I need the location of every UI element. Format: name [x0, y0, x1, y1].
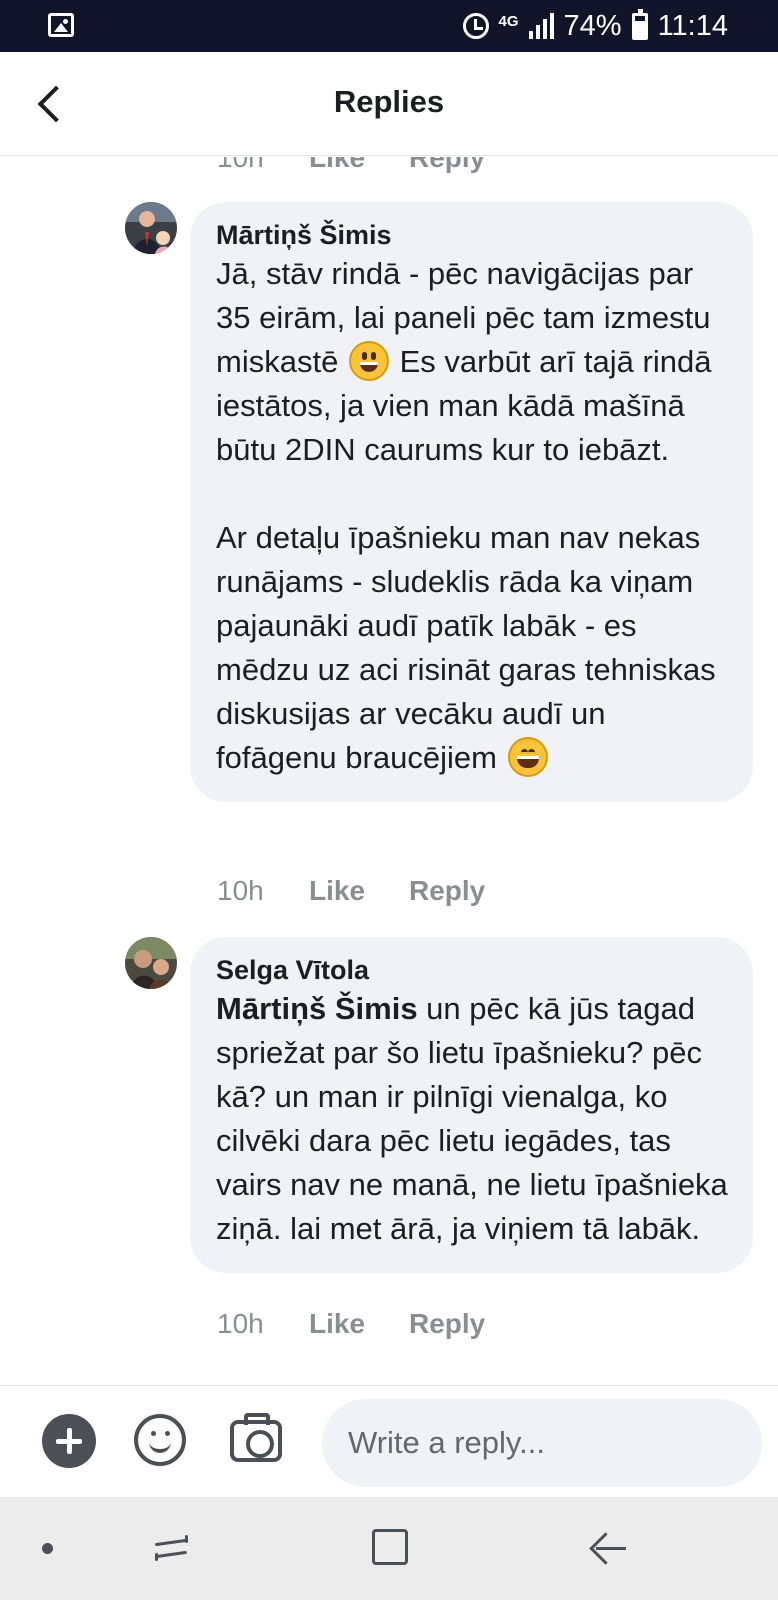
nav-dot-icon[interactable]	[42, 1543, 53, 1554]
status-indicators: 4G 74% 11:14	[462, 8, 728, 44]
replies-list[interactable]: 10h Like Reply Mārtiņš Šimis Jā, stāv ri…	[0, 157, 778, 1385]
comment-text-part: Ar detaļu īpašnieku man nav nekas runāja…	[216, 520, 716, 775]
smiley-icon[interactable]	[134, 1414, 186, 1466]
avatar[interactable]	[125, 202, 177, 254]
back-arrow-icon[interactable]	[590, 1531, 626, 1565]
comment-bubble[interactable]: Selga Vītola Mārtiņš Šimis un pēc kā jūs…	[190, 937, 753, 1273]
like-button[interactable]: Like	[309, 1308, 409, 1340]
like-button[interactable]: Like	[309, 875, 409, 907]
mention-link[interactable]: Mārtiņš Šimis	[216, 991, 418, 1026]
reply-button[interactable]: Reply	[409, 157, 485, 174]
signal-icon	[528, 13, 554, 39]
reply-button[interactable]: Reply	[409, 875, 485, 907]
comment-actions: 10h Like Reply	[217, 874, 485, 908]
battery-icon	[631, 8, 648, 40]
grinning-face-emoji-icon	[507, 736, 548, 777]
system-nav-bar	[0, 1497, 778, 1600]
comment-actions: 10h Like Reply	[217, 1307, 485, 1341]
plus-circle-icon[interactable]	[42, 1414, 96, 1468]
comment-text: Mārtiņš Šimis un pēc kā jūs tagad spriež…	[216, 987, 729, 1251]
reply-input[interactable]	[322, 1399, 762, 1487]
comment-time: 10h	[217, 157, 264, 173]
comment-time: 10h	[217, 1308, 264, 1339]
comment-author[interactable]: Mārtiņš Šimis	[216, 218, 729, 252]
comment-time: 10h	[217, 875, 264, 906]
header: Replies	[0, 52, 778, 156]
gallery-notification-icon	[48, 13, 74, 37]
clock: 11:14	[657, 9, 728, 42]
comment-text-part: un pēc kā jūs tagad spriežat par šo liet…	[216, 991, 728, 1246]
previous-comment-actions: 10h Like Reply	[217, 157, 485, 175]
comment-author[interactable]: Selga Vītola	[216, 953, 729, 987]
home-icon[interactable]	[372, 1529, 408, 1565]
recents-icon[interactable]	[153, 1533, 193, 1563]
network-type: 4G	[498, 12, 519, 30]
reply-button[interactable]: Reply	[409, 1308, 485, 1340]
reply-composer	[0, 1385, 778, 1497]
alarm-icon	[462, 13, 489, 39]
status-bar: 4G 74% 11:14	[0, 0, 778, 52]
like-button[interactable]: Like	[309, 157, 409, 174]
comment-bubble[interactable]: Mārtiņš Šimis Jā, stāv rindā - pēc navig…	[190, 202, 753, 802]
camera-icon[interactable]	[230, 1413, 282, 1462]
smiling-face-emoji-icon	[348, 340, 389, 381]
avatar[interactable]	[125, 937, 177, 989]
comment-text: Jā, stāv rindā - pēc navigācijas par 35 …	[216, 252, 729, 780]
battery-percent: 74%	[563, 9, 622, 42]
page-title: Replies	[333, 84, 445, 119]
